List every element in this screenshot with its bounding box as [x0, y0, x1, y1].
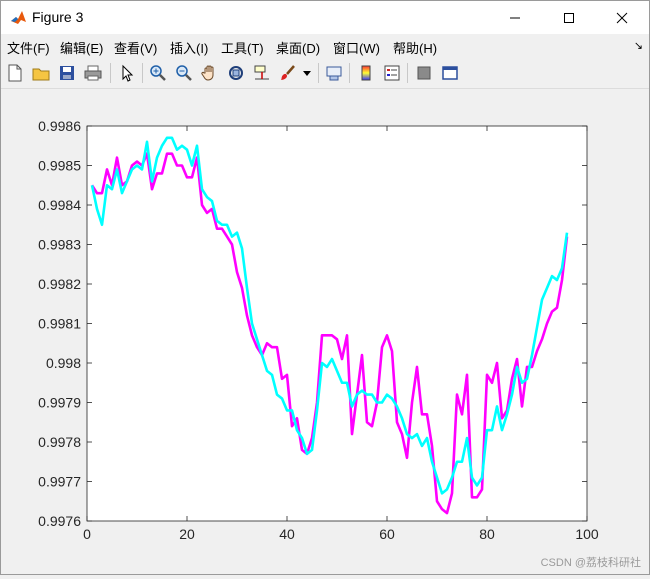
data-cursor-icon [254, 65, 269, 80]
x-tick-label: 100 [575, 526, 599, 542]
y-tick-label: 0.998 [46, 355, 81, 371]
toolbar-separator [110, 63, 111, 83]
toolbar-separator [318, 63, 319, 83]
watermark: CSDN @荔枝科研社 [540, 557, 641, 569]
y-tick-label: 0.9976 [38, 513, 81, 529]
brush-button[interactable] [277, 62, 299, 84]
y-tick-label: 0.9978 [38, 434, 81, 450]
figure-canvas: 0 20 40 60 80 100 0.9976 0.9977 0.9978 0.9979 0.99… [1, 89, 649, 574]
colorbar-button[interactable] [355, 62, 377, 84]
x-tick-label: 80 [479, 526, 495, 542]
maximize-icon [564, 12, 574, 23]
y-tick-label: 0.9981 [38, 316, 81, 332]
minimize-icon [510, 17, 520, 18]
zoom-in-icon [150, 65, 166, 81]
save-button[interactable] [56, 62, 78, 84]
menu-file[interactable]: 文件(F) [7, 38, 50, 57]
menu-bar: 文件(F) 编辑(E) 查看(V) 插入(I) 工具(T) 桌面(D) 窗口(W… [1, 35, 649, 57]
show-plot-tools-icon [442, 66, 458, 80]
new-figure-icon [8, 64, 22, 82]
hide-plot-tools-icon [417, 66, 431, 80]
menu-window[interactable]: 窗口(W) [333, 38, 380, 57]
x-tick-label: 0 [83, 526, 91, 542]
y-tick-label: 0.9977 [38, 474, 81, 490]
close-icon [616, 12, 628, 23]
y-tick-label: 0.9986 [38, 118, 81, 134]
maximize-button[interactable] [546, 1, 592, 34]
print-icon [84, 65, 102, 81]
menu-view[interactable]: 查看(V) [114, 38, 157, 57]
legend-icon [384, 65, 400, 81]
y-tick-label: 0.9984 [38, 197, 81, 213]
open-file-button[interactable] [30, 62, 52, 84]
zoom-out-icon [176, 65, 192, 81]
save-icon [60, 66, 74, 80]
menu-insert[interactable]: 插入(I) [170, 38, 208, 57]
rotate-3d-icon [229, 66, 243, 80]
y-tick-label: 0.9985 [38, 158, 81, 174]
y-tick-label: 0.9983 [38, 237, 81, 253]
brush-dropdown-icon [303, 71, 311, 76]
dock-arrow-icon[interactable]: ↘ [634, 39, 643, 52]
x-tick-label: 20 [179, 526, 195, 542]
new-figure-button[interactable] [4, 62, 26, 84]
brush-icon [281, 65, 295, 80]
menu-edit[interactable]: 编辑(E) [60, 38, 103, 57]
brush-dropdown-button[interactable] [301, 62, 313, 84]
print-button[interactable] [82, 62, 104, 84]
menu-tools[interactable]: 工具(T) [221, 38, 264, 57]
toolbar-separator [142, 63, 143, 83]
colorbar-icon [361, 65, 371, 81]
matlab-logo-icon [10, 9, 27, 26]
zoom-out-button[interactable] [173, 62, 195, 84]
pan-hand-icon [201, 65, 214, 81]
link-plot-button[interactable] [323, 62, 345, 84]
link-plot-icon [326, 66, 342, 81]
minimize-button[interactable] [492, 1, 538, 34]
menu-help[interactable]: 帮助(H) [393, 38, 437, 57]
hide-plot-tools-button[interactable] [413, 62, 435, 84]
close-button[interactable] [599, 1, 645, 34]
line-chart: 0 20 40 60 80 100 0.9976 0.9977 0.9978 0.9979 0.99… [38, 118, 599, 542]
figure-toolbar [1, 58, 649, 89]
figure-window: Figure 3 文件(F) 编辑(E) 查看(V) 插入(I) 工具(T) 桌… [0, 0, 650, 575]
open-icon [32, 68, 50, 81]
y-tick-label: 0.9979 [38, 395, 81, 411]
pan-button[interactable] [199, 62, 221, 84]
select-arrow-icon [122, 64, 134, 82]
rotate-3d-button[interactable] [225, 62, 247, 84]
legend-button[interactable] [381, 62, 403, 84]
select-button[interactable] [116, 62, 138, 84]
window-title: Figure 3 [32, 9, 84, 25]
toolbar-separator [349, 63, 350, 83]
y-tick-label: 0.9982 [38, 276, 81, 292]
show-plot-tools-button[interactable] [439, 62, 461, 84]
x-tick-label: 60 [379, 526, 395, 542]
x-tick-label: 40 [279, 526, 295, 542]
menu-desktop[interactable]: 桌面(D) [276, 38, 320, 57]
plot-area [87, 126, 587, 521]
title-bar[interactable]: Figure 3 [1, 1, 649, 34]
toolbar-separator [407, 63, 408, 83]
data-cursor-button[interactable] [251, 62, 273, 84]
zoom-in-button[interactable] [147, 62, 169, 84]
